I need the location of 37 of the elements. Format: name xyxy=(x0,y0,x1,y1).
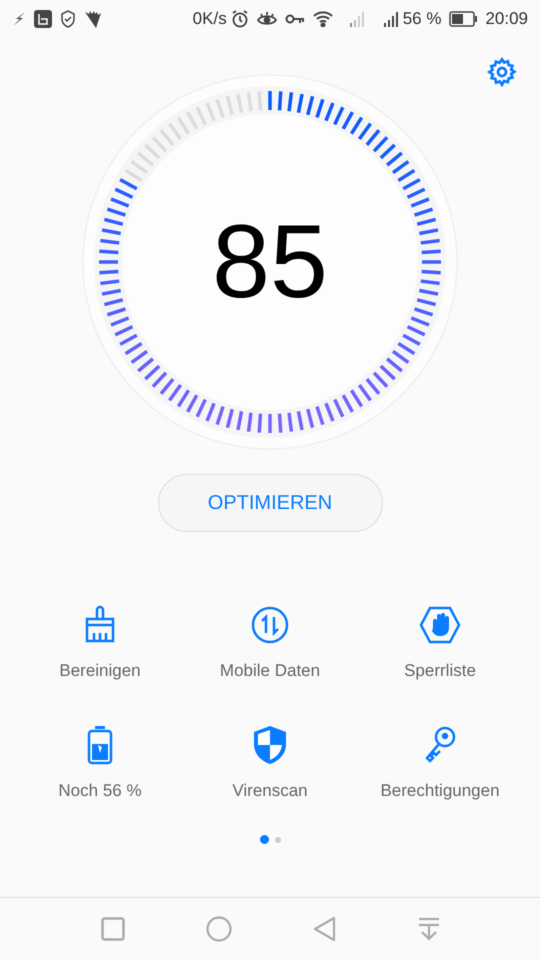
tile-label: Berechtigungen xyxy=(380,780,500,802)
back-button[interactable] xyxy=(312,916,336,942)
wifi-icon xyxy=(312,11,333,27)
signal-icon xyxy=(382,11,401,27)
score-value: 85 xyxy=(212,210,328,314)
eye-icon xyxy=(256,11,277,27)
feature-tile[interactable]: Virenscan xyxy=(185,722,355,803)
settings-icon xyxy=(486,56,518,88)
app-badge-icon xyxy=(34,10,52,28)
home-button[interactable] xyxy=(206,916,232,942)
tile-label: Bereinigen xyxy=(59,660,141,682)
feature-tile[interactable]: Berechtigungen xyxy=(355,722,525,803)
feather-icon xyxy=(84,10,102,28)
hand-stop-icon xyxy=(419,606,461,644)
feature-tile[interactable]: Bereinigen xyxy=(15,602,185,684)
tile-label: Virenscan xyxy=(232,780,308,802)
tile-label: Mobile Daten xyxy=(220,660,320,682)
shield-icon xyxy=(252,724,288,764)
key-icon xyxy=(284,13,305,25)
transfer-icon xyxy=(250,605,290,645)
tile-label: Noch 56 % xyxy=(58,780,142,802)
battery-icon xyxy=(87,724,113,764)
signal-icon xyxy=(348,11,367,27)
clock-time: 20:09 xyxy=(485,8,528,30)
recents-button[interactable] xyxy=(100,917,124,941)
feature-tile[interactable]: Mobile Daten xyxy=(185,602,355,684)
network-speed: 0K/s xyxy=(192,8,227,30)
battery-icon xyxy=(449,11,478,27)
optimize-button[interactable]: OPTIMIEREN xyxy=(158,474,382,532)
settings-button[interactable] xyxy=(486,56,518,88)
battery-percent: 56 % xyxy=(402,8,442,30)
feature-tile[interactable]: Noch 56 % xyxy=(15,722,185,803)
notification-pull-button[interactable] xyxy=(418,917,440,941)
alarm-icon xyxy=(230,10,249,28)
shield-check-icon xyxy=(60,10,76,28)
tile-label: Sperrliste xyxy=(404,660,476,682)
feature-tile[interactable]: Sperrliste xyxy=(355,602,525,684)
